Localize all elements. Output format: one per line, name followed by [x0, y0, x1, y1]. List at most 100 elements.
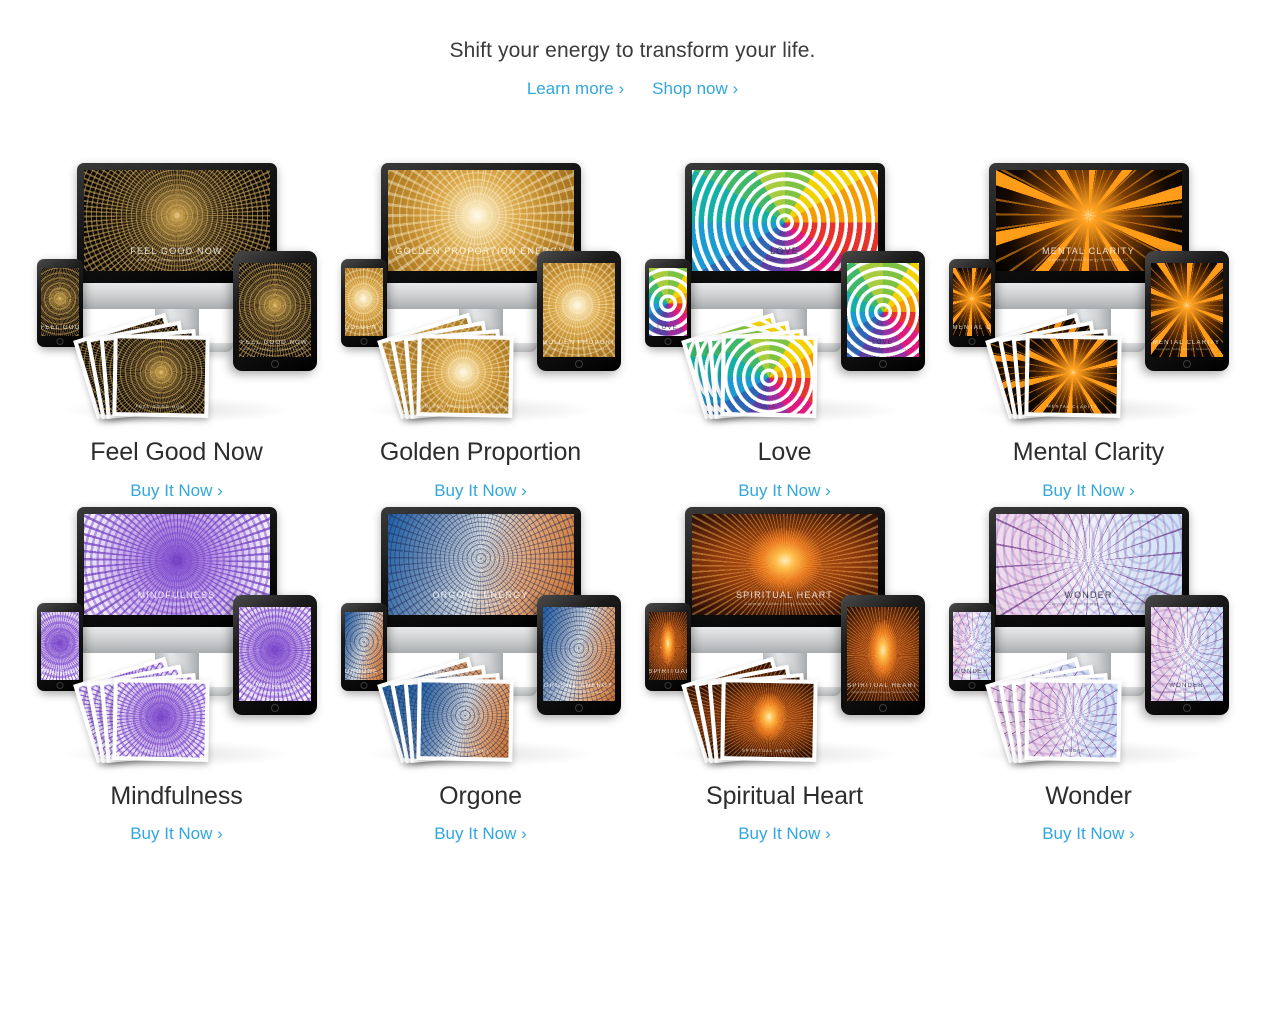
poster-sheet: SPIRITUAL HEART: [719, 677, 818, 762]
product-mockup-image[interactable]: FEEL GOOD NOW Shift your energy to trans…: [25, 157, 329, 424]
tablet-mockup: MENTAL CLARITY Copyright Subtle Energy S…: [1144, 251, 1229, 372]
buy-it-now-link[interactable]: Buy It Now ›: [434, 824, 527, 844]
tablet-home-button-icon: [270, 703, 279, 712]
phone-speaker-icon: [53, 606, 66, 609]
phone-screen: MINDFULNESS: [40, 611, 79, 680]
tablet-screen: GOLDEN PROPORTION ENERGY Copyright Subtl…: [542, 263, 615, 358]
product-card-love[interactable]: LOVE Copyright Subtle Energy Sciences LL…: [633, 157, 937, 501]
tablet-home-button-icon: [574, 703, 583, 712]
product-card-wonder[interactable]: WONDER Copyright Subtle Energy Sciences …: [937, 501, 1241, 845]
product-card-golden-proportion[interactable]: GOLDEN PROPORTION ENERGY Copyright Subtl…: [329, 157, 633, 501]
buy-it-now-link[interactable]: Buy It Now ›: [1042, 481, 1135, 501]
buy-it-now-link[interactable]: Buy It Now ›: [130, 824, 223, 844]
phone-mockup: WONDER: [948, 602, 995, 691]
artwork-title-text: MINDFULNESS Copyright Subtle Energy Scie…: [243, 683, 306, 695]
product-card-feel-good-now[interactable]: FEEL GOOD NOW Shift your energy to trans…: [25, 157, 329, 501]
phone-home-button-icon: [360, 338, 367, 346]
poster-sheet: LOVE: [719, 334, 818, 419]
buy-it-now-link[interactable]: Buy It Now ›: [738, 481, 831, 501]
phone-mockup: SPIRITUAL HEART: [644, 602, 691, 691]
tablet-home-button-icon: [878, 360, 887, 369]
poster-sheet: ORGONE ENERGY: [415, 677, 514, 762]
product-title: Love: [757, 438, 812, 467]
poster-sheet: WONDER: [1023, 677, 1122, 762]
phone-speaker-icon: [965, 606, 978, 609]
tablet-camera-icon: [1185, 256, 1188, 260]
poster-sheet: FEEL GOOD NOW: [111, 334, 210, 419]
phone-home-button-icon: [56, 681, 63, 689]
product-caption: Spiritual Heart Buy It Now ›: [633, 781, 937, 845]
phone-screen: ORGONE ENERGY: [344, 611, 383, 680]
phone-home-button-icon: [664, 681, 671, 689]
poster-stack-mockup: MINDFULNESS: [72, 656, 221, 764]
hero-section: Shift your energy to transform your life…: [0, 0, 1265, 99]
tablet-home-button-icon: [878, 703, 887, 712]
product-title: Feel Good Now: [90, 438, 263, 467]
phone-speaker-icon: [661, 606, 674, 609]
tablet-mockup: FEEL GOOD NOW Shift your energy to trans…: [232, 251, 317, 372]
product-caption: Wonder Buy It Now ›: [937, 781, 1241, 845]
hero-links: Learn more › Shop now ›: [0, 79, 1265, 99]
product-card-spiritual-heart[interactable]: SPIRITUAL HEART Copyright Subtle Energy …: [633, 501, 937, 845]
artwork-title-text: SPIRITUAL HEART: [648, 668, 687, 675]
artwork-title-text: MENTAL CLARITY: [952, 325, 991, 332]
hero-tagline: Shift your energy to transform your life…: [449, 39, 816, 62]
phone-screen: FEEL GOOD NOW: [40, 268, 79, 337]
phone-home-button-icon: [968, 338, 975, 346]
phone-speaker-icon: [53, 263, 66, 266]
phone-speaker-icon: [357, 606, 370, 609]
artwork-title-text: ORGONE ENERGY Copyright Subtle Energy Sc…: [543, 683, 614, 695]
product-caption: Mental Clarity Buy It Now ›: [937, 439, 1241, 501]
poster-stack-mockup: MENTAL CLARITY: [984, 312, 1133, 420]
poster-sheet: MINDFULNESS: [111, 677, 210, 762]
product-grid: FEEL GOOD NOW Shift your energy to trans…: [0, 157, 1265, 844]
poster-sheet: MENTAL CLARITY: [1023, 334, 1122, 419]
tablet-screen: MENTAL CLARITY Copyright Subtle Energy S…: [1150, 263, 1223, 358]
phone-home-button-icon: [56, 338, 63, 346]
phone-mockup: MENTAL CLARITY: [948, 259, 995, 348]
phone-speaker-icon: [357, 263, 370, 266]
buy-it-now-link[interactable]: Buy It Now ›: [1042, 824, 1135, 844]
phone-screen: SPIRITUAL HEART: [648, 611, 687, 680]
artwork-title-text: ORGONE ENERGY: [344, 668, 383, 675]
phone-speaker-icon: [965, 263, 978, 266]
tablet-mockup: ORGONE ENERGY Copyright Subtle Energy Sc…: [536, 594, 621, 715]
artwork-title-text: FEEL GOOD NOW Shift your energy to trans…: [241, 339, 308, 351]
product-mockup-image[interactable]: ORGONE ENERGY Copyright Subtle Energy Sc…: [329, 501, 633, 767]
product-title: Spiritual Heart: [706, 781, 863, 810]
phone-screen: LOVE: [648, 268, 687, 337]
product-mockup-image[interactable]: GOLDEN PROPORTION ENERGY Copyright Subtl…: [329, 157, 633, 424]
phone-mockup: LOVE: [644, 259, 691, 348]
phone-speaker-icon: [661, 263, 674, 266]
phone-screen: WONDER: [952, 611, 991, 680]
phone-home-button-icon: [664, 338, 671, 346]
poster-stack-mockup: SPIRITUAL HEART: [680, 656, 829, 764]
phone-screen: GOLDEN PROPORTION ENERGY: [344, 268, 383, 337]
product-mockup-image[interactable]: SPIRITUAL HEART Copyright Subtle Energy …: [633, 501, 937, 767]
poster-stack-mockup: LOVE: [680, 312, 829, 420]
product-card-mindfulness[interactable]: MINDFULNESS Copyright Subtle Energy Scie…: [25, 501, 329, 845]
learn-more-link[interactable]: Learn more ›: [527, 79, 624, 99]
artwork-title-text: LOVE Copyright Subtle Energy Sciences LL…: [851, 339, 914, 351]
tablet-screen: LOVE Copyright Subtle Energy Sciences LL…: [846, 263, 919, 358]
artwork-title-text: MENTAL CLARITY Copyright Subtle Energy S…: [1152, 339, 1221, 351]
buy-it-now-link[interactable]: Buy It Now ›: [738, 824, 831, 844]
shop-now-link[interactable]: Shop now ›: [652, 79, 738, 99]
product-title: Golden Proportion: [379, 438, 582, 467]
product-mockup-image[interactable]: LOVE Copyright Subtle Energy Sciences LL…: [633, 157, 937, 424]
artwork-title-text: LOVE: [657, 325, 678, 332]
tablet-camera-icon: [1185, 599, 1188, 603]
product-mockup-image[interactable]: WONDER Copyright Subtle Energy Sciences …: [937, 501, 1241, 767]
tablet-camera-icon: [577, 256, 580, 260]
buy-it-now-link[interactable]: Buy It Now ›: [130, 481, 223, 501]
buy-it-now-link[interactable]: Buy It Now ›: [434, 481, 527, 501]
artwork-title-text: GOLDEN PROPORTION ENERGY Copyright Subtl…: [542, 339, 615, 351]
tablet-camera-icon: [577, 599, 580, 603]
product-mockup-image[interactable]: MINDFULNESS Copyright Subtle Energy Scie…: [25, 501, 329, 767]
product-card-mental-clarity[interactable]: MENTAL CLARITY Copyright Subtle Energy S…: [937, 157, 1241, 501]
product-mockup-image[interactable]: MENTAL CLARITY Copyright Subtle Energy S…: [937, 157, 1241, 424]
product-title: Wonder: [1045, 781, 1132, 810]
tablet-home-button-icon: [574, 360, 583, 369]
product-card-orgone[interactable]: ORGONE ENERGY Copyright Subtle Energy Sc…: [329, 501, 633, 845]
poster-stack-mockup: ORGONE ENERGY: [376, 656, 525, 764]
